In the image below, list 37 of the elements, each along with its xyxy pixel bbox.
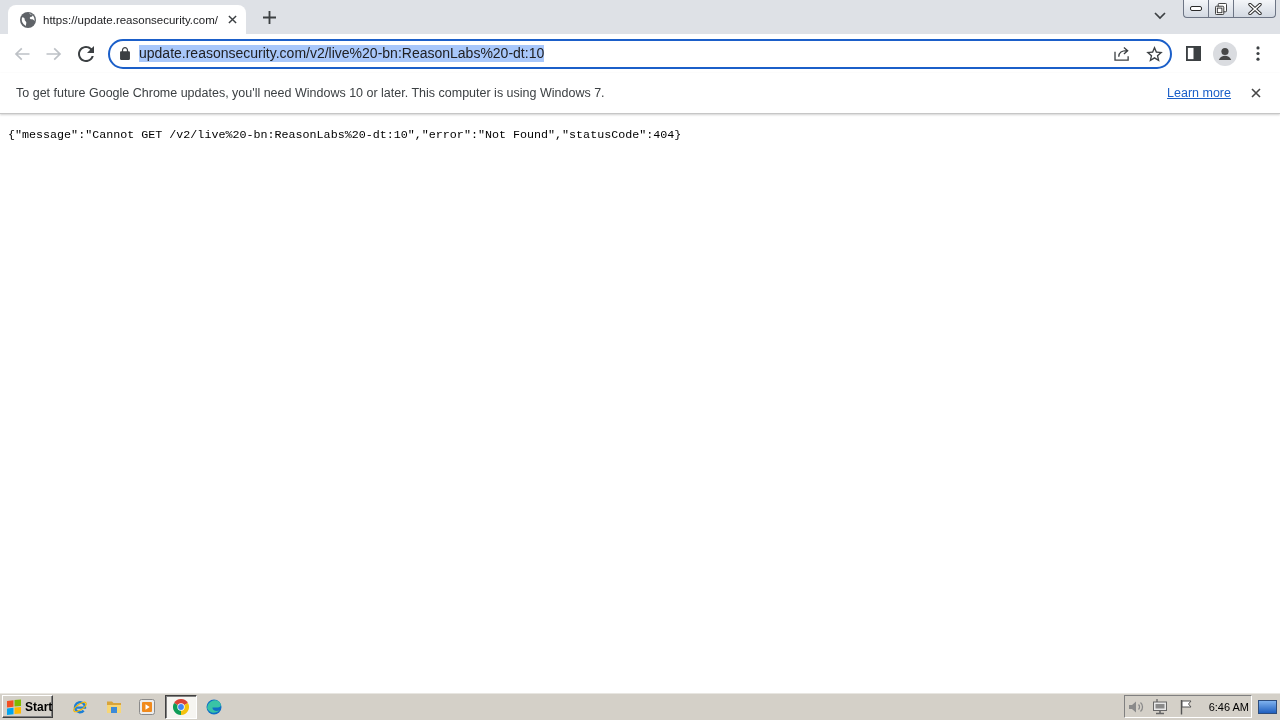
side-panel-icon: [1185, 46, 1201, 61]
chrome-logo-icon: [172, 698, 189, 715]
profile-button[interactable]: [1211, 39, 1239, 68]
restore-button[interactable]: [1208, 0, 1233, 18]
menu-icon: [1256, 46, 1260, 61]
windows-flag-icon: [6, 698, 22, 715]
arrow-right-icon: [46, 45, 62, 62]
close-button[interactable]: [1233, 0, 1276, 18]
minimize-icon: [1190, 6, 1202, 11]
json-response-text: {"message":"Cannot GET /v2/live%20-bn:ReasonLabs%20-dt:10","error":"Not Found","statusCode":404}: [7, 127, 683, 142]
close-icon: [1247, 2, 1262, 15]
edge-logo-icon: [206, 698, 222, 715]
play-icon: [139, 698, 155, 715]
e-logo-icon: [72, 698, 88, 715]
restore-icon: [1215, 2, 1227, 15]
reload-icon: [78, 45, 94, 62]
show-desktop-button[interactable]: [1258, 699, 1277, 714]
globe-icon: [20, 11, 36, 28]
clock[interactable]: 6:46 AM: [1208, 700, 1249, 713]
infobar-message: To get future Google Chrome updates, you'll need Windows 10 or later. This computer is using Windows 7.: [16, 86, 605, 100]
learn-more-link[interactable]: Learn more: [1167, 86, 1231, 100]
start-button[interactable]: Start: [2, 695, 53, 718]
browser-tab[interactable]: https://update.reasonsecurity.com/: [8, 5, 246, 34]
network-computer-icon[interactable]: [1151, 698, 1168, 715]
chevron-down-icon: [1154, 12, 1166, 20]
url-text: update.reasonsecurity.com/v2/live%20-bn:ReasonLabs%20-dt:10: [139, 45, 545, 62]
arrow-left-icon: [14, 45, 30, 62]
minimize-button[interactable]: [1183, 0, 1208, 18]
close-icon: [1251, 88, 1261, 98]
plus-icon: [262, 10, 276, 24]
lock-icon: [120, 47, 130, 60]
share-icon: [1113, 46, 1131, 61]
close-icon: [228, 15, 238, 24]
address-bar[interactable]: update.reasonsecurity.com/v2/live%20-bn:ReasonLabs%20-dt:10: [108, 38, 1172, 69]
avatar-icon: [1213, 41, 1237, 66]
taskbar-button[interactable]: [164, 694, 197, 719]
star-icon: [1145, 45, 1163, 62]
